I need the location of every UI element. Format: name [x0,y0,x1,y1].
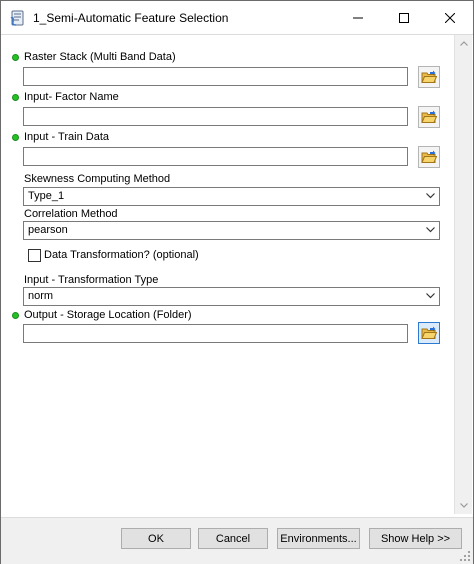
python-script-icon [10,10,24,26]
tool-dialog-window: 1_Semi-Automatic Feature Selection Raste… [0,0,474,564]
raster-stack-input[interactable] [23,67,408,86]
dialog-footer: OK Cancel Environments... Show Help >> [1,517,473,564]
data-transformation-checkbox[interactable] [28,249,41,262]
vertical-scrollbar[interactable] [454,35,472,514]
skewness-method-select[interactable]: Type_1 [23,187,440,206]
close-button[interactable] [427,1,473,34]
maximize-icon [399,12,409,23]
scroll-up-button[interactable] [455,35,472,52]
close-icon [445,12,455,23]
output-location-browse-button[interactable] [418,322,440,344]
window-title: 1_Semi-Automatic Feature Selection [33,11,229,25]
minimize-icon [353,17,363,18]
transformation-type-label: Input - Transformation Type [24,274,159,286]
output-location-input[interactable] [23,324,408,343]
correlation-method-value: pearson [28,224,68,236]
folder-open-icon [421,70,437,83]
parameters-panel: Raster Stack (Multi Band Data) Input- Fa… [1,34,473,517]
folder-open-icon [421,110,437,123]
chevron-down-icon [426,293,435,299]
train-data-browse-button[interactable] [418,146,440,168]
resize-grip-icon[interactable] [459,550,471,562]
cancel-button[interactable]: Cancel [198,528,268,549]
minimize-button[interactable] [335,1,381,34]
maximize-button[interactable] [381,1,427,34]
raster-stack-browse-button[interactable] [418,66,440,88]
required-indicator [12,94,19,101]
chevron-down-icon [426,193,435,199]
transformation-type-select[interactable]: norm [23,287,440,306]
required-indicator [12,134,19,141]
ok-button[interactable]: OK [121,528,191,549]
data-transformation-label: Data Transformation? (optional) [44,249,199,261]
required-indicator [12,54,19,61]
folder-open-icon [421,326,437,339]
transformation-type-value: norm [28,290,54,302]
factor-name-label: Input- Factor Name [24,91,119,103]
factor-name-browse-button[interactable] [418,106,440,128]
chevron-up-icon [459,41,468,46]
scroll-down-button[interactable] [455,497,472,514]
output-location-label: Output - Storage Location (Folder) [24,309,192,321]
correlation-method-select[interactable]: pearson [23,221,440,240]
show-help-button[interactable]: Show Help >> [369,528,462,549]
correlation-method-label: Correlation Method [24,208,118,220]
required-indicator [12,312,19,319]
skewness-method-value: Type_1 [28,190,65,202]
train-data-label: Input - Train Data [24,131,109,143]
environments-button[interactable]: Environments... [277,528,360,549]
title-bar[interactable]: 1_Semi-Automatic Feature Selection [1,1,473,34]
folder-open-icon [421,150,437,163]
factor-name-input[interactable] [23,107,408,126]
train-data-input[interactable] [23,147,408,166]
skewness-method-label: Skewness Computing Method [24,173,171,185]
raster-stack-label: Raster Stack (Multi Band Data) [24,51,176,63]
chevron-down-icon [426,227,435,233]
chevron-down-icon [459,503,468,508]
